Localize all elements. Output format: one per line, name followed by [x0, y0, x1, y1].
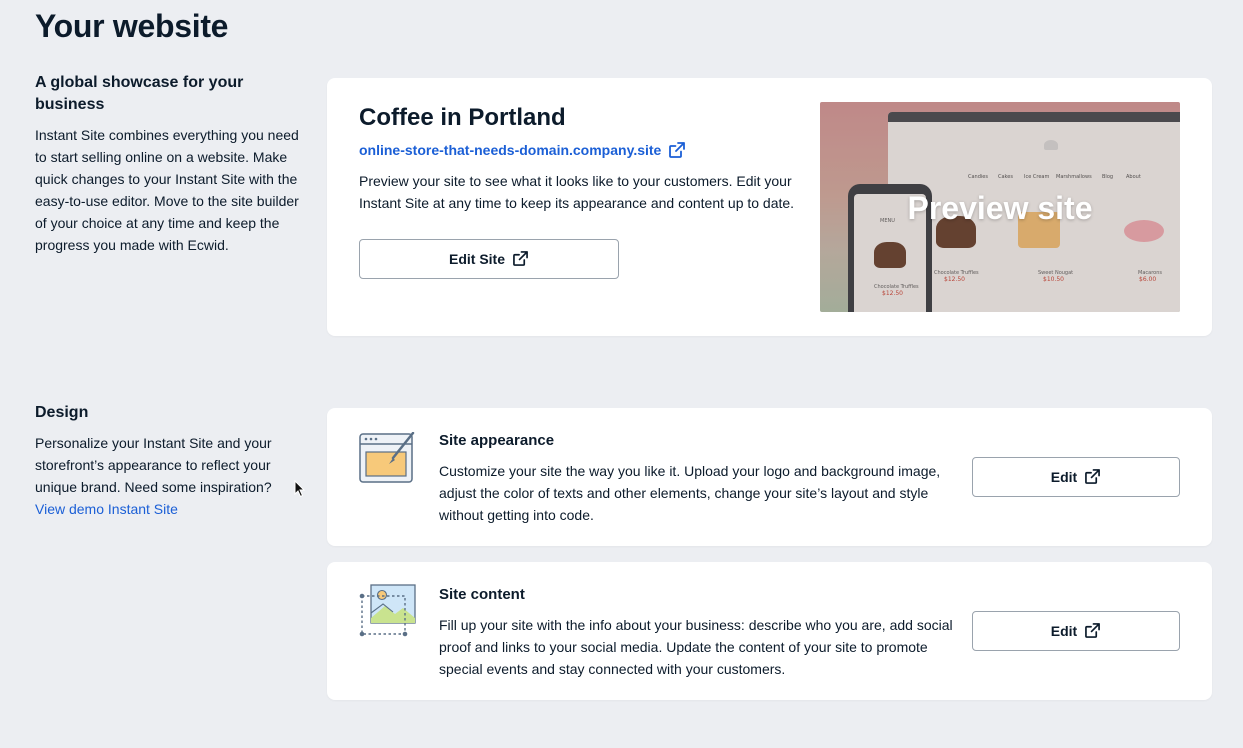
browser-brush-icon [359, 431, 415, 489]
site-content-title: Site content [439, 586, 525, 603]
edit-site-label: Edit Site [448, 251, 505, 267]
showcase-intro: A global showcase for your business Inst… [35, 72, 310, 256]
site-content-card: Site content Fill up your site with the … [327, 562, 1212, 700]
site-card: Coffee in Portland online-store-that-nee… [327, 78, 1212, 336]
image-frame-icon [359, 584, 417, 643]
external-link-icon[interactable] [669, 142, 686, 158]
showcase-heading: A global showcase for your business [35, 74, 244, 113]
page-title: Your website [35, 8, 229, 44]
site-content-description: Fill up your site with the info about yo… [439, 617, 953, 677]
site-appearance-description: Customize your site the way you like it.… [439, 463, 941, 523]
design-heading: Design [35, 404, 89, 421]
edit-appearance-button[interactable]: Edit [972, 457, 1180, 497]
edit-site-button[interactable]: Edit Site [359, 239, 619, 279]
preview-site-thumbnail[interactable]: Candies Cakes Ice Cream Marshmallows Blo… [820, 102, 1180, 312]
site-description: Preview your site to see what it looks l… [359, 173, 795, 211]
store-name: Coffee in Portland [359, 104, 566, 131]
external-link-icon [513, 251, 529, 267]
showcase-text: Instant Site combines everything you nee… [35, 127, 299, 253]
design-intro: Design Personalize your Instant Site and… [35, 402, 310, 520]
site-appearance-card: Site appearance Customize your site the … [327, 408, 1212, 546]
view-demo-link[interactable]: View demo Instant Site [35, 498, 310, 520]
site-appearance-title: Site appearance [439, 432, 555, 449]
preview-site-label[interactable]: Preview site [820, 190, 1180, 227]
external-link-icon [1085, 469, 1101, 485]
external-link-icon [1085, 623, 1101, 639]
store-url-link[interactable]: online-store-that-needs-domain.company.s… [359, 142, 661, 158]
mouse-cursor-icon [294, 479, 306, 503]
edit-content-label: Edit [1050, 623, 1078, 639]
edit-content-button[interactable]: Edit [972, 611, 1180, 651]
edit-appearance-label: Edit [1050, 469, 1078, 485]
design-text: Personalize your Instant Site and your s… [35, 435, 272, 495]
